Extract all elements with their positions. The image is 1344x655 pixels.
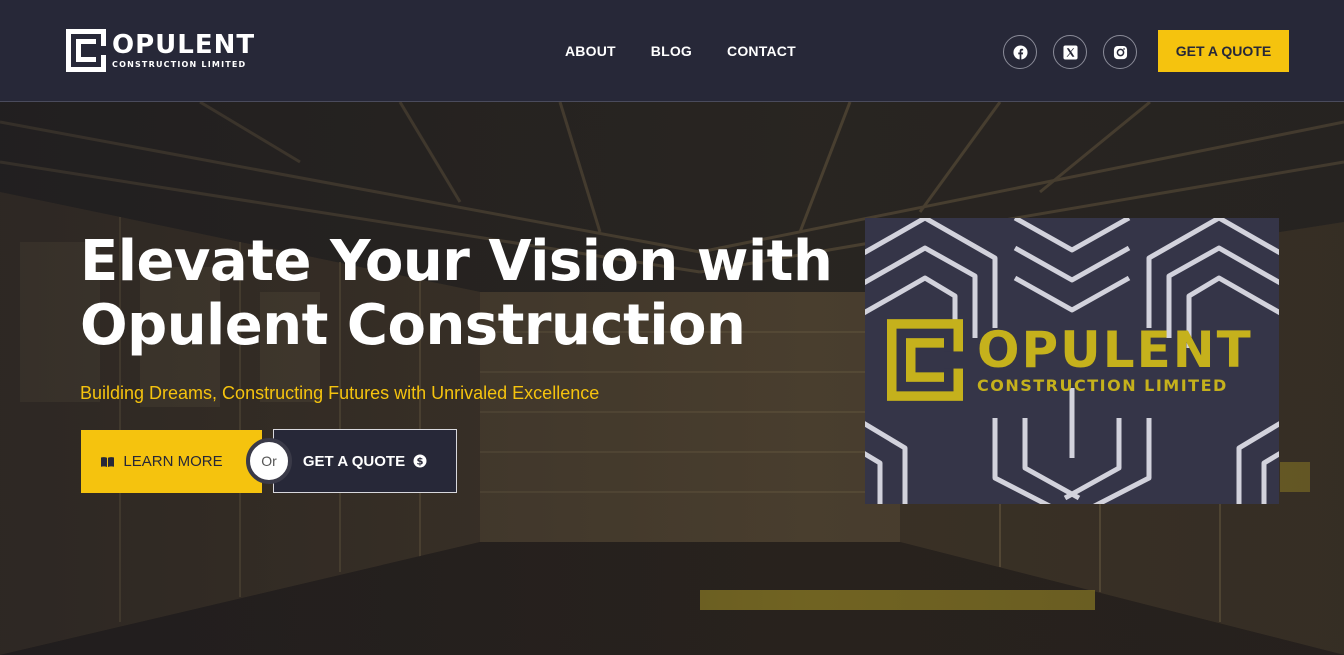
book-icon — [101, 456, 115, 467]
promo-brand: OPULENT CONSTRUCTION LIMITED — [887, 318, 1253, 402]
site-header: OPULENT CONSTRUCTION LIMITED ABOUT BLOG … — [0, 0, 1344, 102]
instagram-link[interactable] — [1103, 35, 1137, 69]
x-twitter-icon — [1062, 44, 1078, 60]
promo-logo-mark-icon — [887, 319, 963, 401]
brand-logo[interactable]: OPULENT CONSTRUCTION LIMITED — [66, 29, 255, 72]
facebook-icon — [1012, 44, 1028, 60]
nav-contact[interactable]: CONTACT — [727, 43, 796, 59]
learn-more-button[interactable]: LEARN MORE — [81, 430, 262, 493]
hero-section: Elevate Your Vision with Opulent Constru… — [0, 102, 1344, 655]
dollar-coin-icon: $ — [413, 454, 427, 468]
facebook-link[interactable] — [1003, 35, 1037, 69]
logo-name: OPULENT — [112, 30, 256, 60]
nav-about[interactable]: ABOUT — [565, 43, 616, 59]
header-get-quote-button[interactable]: GET A QUOTE — [1158, 30, 1289, 72]
promo-logo-image: OPULENT CONSTRUCTION LIMITED — [865, 218, 1279, 504]
hero-get-quote-button[interactable]: GET A QUOTE $ — [273, 429, 457, 493]
promo-tagline: CONSTRUCTION LIMITED — [977, 375, 1228, 395]
logo-mark-icon — [66, 29, 106, 72]
hero-quote-label: GET A QUOTE — [302, 452, 406, 470]
logo-text: OPULENT CONSTRUCTION LIMITED — [112, 32, 255, 69]
promo-text: OPULENT CONSTRUCTION LIMITED — [977, 320, 1253, 395]
hero-title: Elevate Your Vision with Opulent Constru… — [80, 229, 833, 358]
main-nav: ABOUT BLOG CONTACT — [565, 43, 796, 59]
hero-subtitle: Building Dreams, Constructing Futures wi… — [80, 383, 600, 403]
promo-name: OPULENT — [977, 320, 1253, 379]
svg-text:$: $ — [417, 457, 424, 468]
x-twitter-link[interactable] — [1053, 35, 1087, 69]
logo-tagline: CONSTRUCTION LIMITED — [112, 60, 247, 69]
instagram-icon — [1113, 45, 1127, 59]
or-divider-badge: Or — [246, 438, 292, 484]
nav-blog[interactable]: BLOG — [651, 43, 692, 59]
learn-more-label: LEARN MORE — [123, 453, 223, 470]
